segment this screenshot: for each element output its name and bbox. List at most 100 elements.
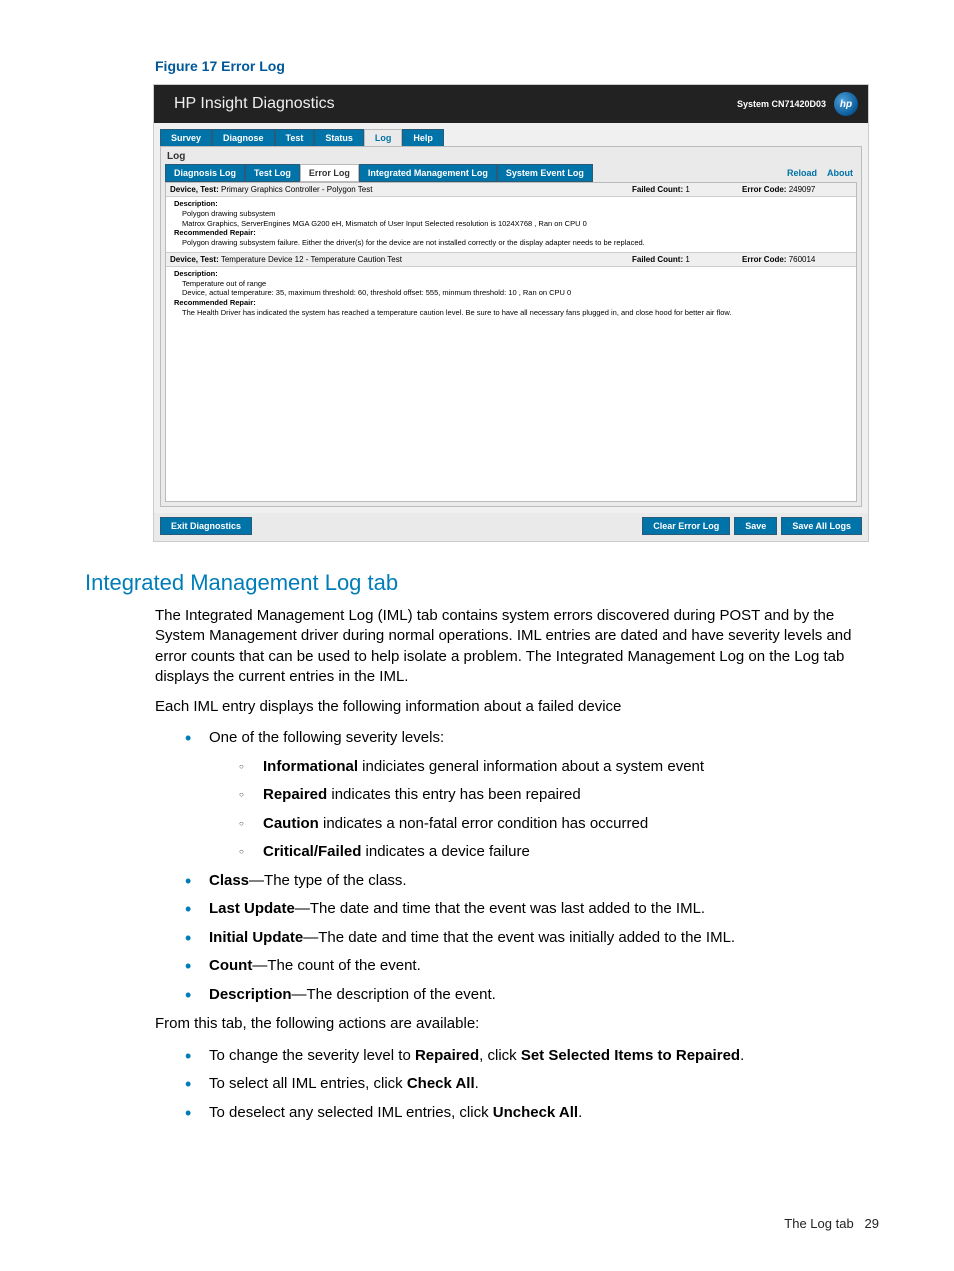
system-id: System CN71420D03 (737, 99, 826, 109)
tab-help[interactable]: Help (402, 129, 444, 146)
error-code-value: 249097 (789, 185, 816, 194)
definition: indiciates general information about a s… (358, 758, 704, 775)
header-links: Reload About (787, 168, 857, 178)
term: Last Update (209, 900, 295, 917)
subtab-error-log[interactable]: Error Log (300, 164, 359, 182)
figure-caption: Figure 17 Error Log (155, 58, 879, 74)
paragraph: From this tab, the following actions are… (155, 1014, 879, 1034)
tab-diagnose[interactable]: Diagnose (212, 129, 275, 146)
term: Repaired (415, 1047, 479, 1064)
error-code-label: Error Code: (742, 255, 786, 264)
device-test-label: Device, Test: (170, 185, 219, 194)
screenshot-figure: HP Insight Diagnostics System CN71420D03… (153, 84, 869, 542)
term: Uncheck All (493, 1104, 578, 1121)
page-number: 29 (865, 1216, 879, 1231)
subtab-system-event-log[interactable]: System Event Log (497, 164, 593, 182)
definition: indicates a non-fatal error condition ha… (319, 815, 648, 832)
term: Initial Update (209, 929, 303, 946)
footer-label: The Log tab (784, 1216, 853, 1231)
text: . (740, 1047, 744, 1064)
header-right: System CN71420D03 hp (737, 92, 858, 116)
list-item: Caution indicates a non-fatal error cond… (239, 813, 879, 836)
error-code-label: Error Code: (742, 185, 786, 194)
list-item: Last Update—The date and time that the e… (185, 898, 879, 921)
app-footer: Exit Diagnostics Clear Error Log Save Sa… (154, 513, 868, 541)
log-entry-body: Description: Polygon drawing subsystem M… (166, 197, 856, 253)
log-entry-body: Description: Temperature out of range De… (166, 267, 856, 322)
tab-log[interactable]: Log (364, 129, 403, 146)
failed-count-label: Failed Count: (632, 185, 683, 194)
subtab-test-log[interactable]: Test Log (245, 164, 300, 182)
tab-survey[interactable]: Survey (160, 129, 212, 146)
list-item: Informational indiciates general informa… (239, 756, 879, 779)
log-entry-header: Device, Test: Primary Graphics Controlle… (166, 183, 856, 197)
definition: —The description of the event. (292, 986, 496, 1003)
main-tab-bar: Survey Diagnose Test Status Log Help (154, 123, 868, 146)
app-header: HP Insight Diagnostics System CN71420D03… (154, 85, 868, 123)
subtab-row: Diagnosis Log Test Log Error Log Integra… (165, 164, 857, 182)
log-content: Device, Test: Primary Graphics Controlle… (165, 182, 857, 502)
repair-text: Polygon drawing subsystem failure. Eithe… (174, 238, 852, 248)
failed-count-value: 1 (685, 255, 689, 264)
list-item: Critical/Failed indicates a device failu… (239, 841, 879, 864)
term: Caution (263, 815, 319, 832)
repair-label: Recommended Repair: (174, 228, 852, 238)
subtab-diagnosis-log[interactable]: Diagnosis Log (165, 164, 245, 182)
paragraph: The Integrated Management Log (IML) tab … (155, 606, 879, 687)
definition: —The date and time that the event was la… (295, 900, 705, 917)
device-test-label: Device, Test: (170, 255, 219, 264)
repair-label: Recommended Repair: (174, 298, 852, 308)
device-test-value: Temperature Device 12 - Temperature Caut… (221, 255, 402, 264)
list-item: To deselect any selected IML entries, cl… (185, 1102, 879, 1125)
term: Repaired (263, 786, 327, 803)
text: To change the severity level to (209, 1047, 415, 1064)
save-button[interactable]: Save (734, 517, 777, 535)
list-item: To select all IML entries, click Check A… (185, 1073, 879, 1096)
definition: —The date and time that the event was in… (303, 929, 735, 946)
panel-label: Log (165, 149, 857, 164)
sub-tab-bar: Diagnosis Log Test Log Error Log Integra… (165, 164, 593, 182)
term: Informational (263, 758, 358, 775)
app-title: HP Insight Diagnostics (174, 95, 335, 113)
exit-diagnostics-button[interactable]: Exit Diagnostics (160, 517, 252, 535)
log-panel: Log Diagnosis Log Test Log Error Log Int… (160, 146, 862, 507)
description-label: Description: (174, 199, 852, 209)
save-all-logs-button[interactable]: Save All Logs (781, 517, 862, 535)
list-item-text: One of the following severity levels: (209, 729, 444, 746)
reload-link[interactable]: Reload (787, 168, 817, 178)
tab-status[interactable]: Status (314, 129, 364, 146)
text: , click (479, 1047, 521, 1064)
list-item: Count—The count of the event. (185, 955, 879, 978)
tab-test[interactable]: Test (275, 129, 315, 146)
definition: indicates this entry has been repaired (327, 786, 580, 803)
description-line: Polygon drawing subsystem (174, 209, 852, 219)
list-item: Description—The description of the event… (185, 984, 879, 1007)
list-item: Initial Update—The date and time that th… (185, 927, 879, 950)
description-line: Temperature out of range (174, 279, 852, 289)
term: Critical/Failed (263, 843, 361, 860)
text: To deselect any selected IML entries, cl… (209, 1104, 493, 1121)
log-entry-header: Device, Test: Temperature Device 12 - Te… (166, 253, 856, 267)
paragraph: Each IML entry displays the following in… (155, 697, 879, 717)
hp-logo-icon: hp (834, 92, 858, 116)
list-item: One of the following severity levels: In… (185, 727, 879, 864)
section-heading: Integrated Management Log tab (85, 570, 879, 596)
list-item: To change the severity level to Repaired… (185, 1045, 879, 1068)
failed-count-value: 1 (685, 185, 689, 194)
description-label: Description: (174, 269, 852, 279)
text: To select all IML entries, click (209, 1075, 407, 1092)
list-item: Repaired indicates this entry has been r… (239, 784, 879, 807)
term: Description (209, 986, 292, 1003)
about-link[interactable]: About (827, 168, 853, 178)
bullet-list: To change the severity level to Repaired… (155, 1045, 879, 1125)
definition: —The count of the event. (252, 957, 420, 974)
clear-error-log-button[interactable]: Clear Error Log (642, 517, 730, 535)
text: . (578, 1104, 582, 1121)
subtab-integrated-management-log[interactable]: Integrated Management Log (359, 164, 497, 182)
app-body: Survey Diagnose Test Status Log Help Log… (154, 123, 868, 541)
term: Set Selected Items to Repaired (521, 1047, 740, 1064)
error-code-value: 760014 (789, 255, 816, 264)
definition: indicates a device failure (361, 843, 529, 860)
page-footer: The Log tab 29 (784, 1216, 879, 1231)
description-line: Matrox Graphics, ServerEngines MGA G200 … (174, 219, 852, 229)
